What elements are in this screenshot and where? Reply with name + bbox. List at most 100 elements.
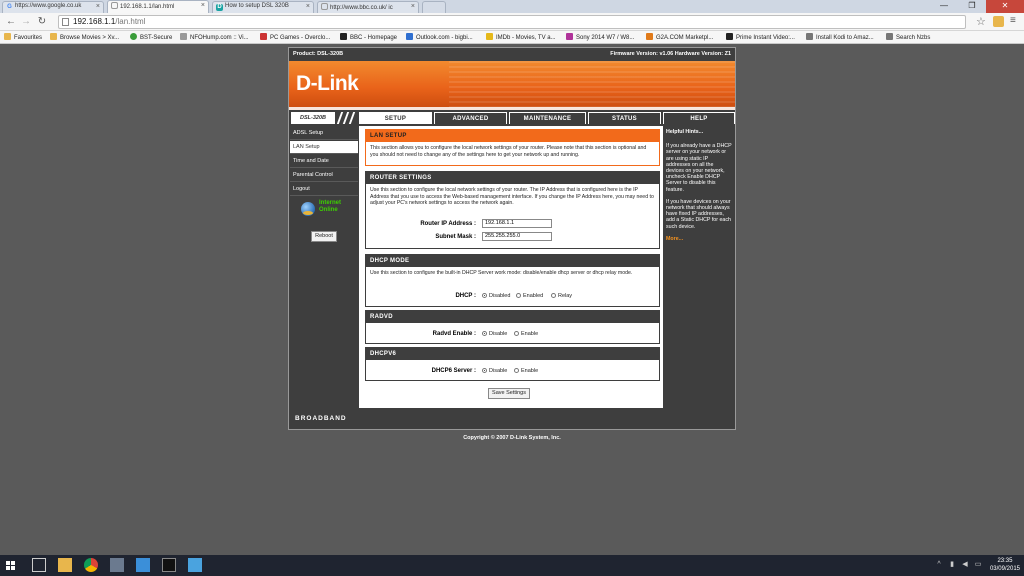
bookmarks-bar: Favourites Browse Movies > Xv... BST-Sec…: [0, 31, 1024, 44]
bookmark-label: Browse Movies > Xv...: [60, 35, 120, 41]
browser-tab-howto[interactable]: D How to setup DSL 320B ×: [212, 1, 314, 13]
radvd-enable-option[interactable]: Enable: [514, 331, 538, 337]
more-hints-link[interactable]: More...: [666, 236, 732, 242]
radio-icon[interactable]: [551, 293, 556, 298]
internet-status: Internet Online: [301, 200, 353, 222]
bookmark-imdb[interactable]: IMDb - Movies, TV a...: [486, 33, 556, 43]
menu-icon[interactable]: ≡: [1010, 15, 1016, 26]
nav-adsl-setup[interactable]: ADSL Setup: [290, 127, 358, 140]
maximize-button[interactable]: ❐: [958, 0, 986, 13]
nav-lan-setup[interactable]: LAN Setup: [290, 141, 358, 154]
section-description: This section allows you to configure the…: [370, 145, 647, 158]
section-title: RADVD: [366, 311, 659, 323]
folder-icon: [4, 33, 11, 40]
dhcp6-server-label: DHCP6 Server :: [431, 368, 476, 374]
tab-label: http://www.bbc.co.uk/ ic: [330, 5, 393, 11]
tray-up-arrow-icon[interactable]: ^: [935, 561, 943, 569]
nav-logout[interactable]: Logout: [290, 183, 358, 196]
windows-start-icon[interactable]: [6, 561, 16, 571]
radio-icon[interactable]: [482, 293, 487, 298]
tab-setup[interactable]: SETUP: [359, 112, 432, 124]
bookmark-g2a[interactable]: G2A.COM Marketpl...: [646, 33, 713, 43]
bookmark-pc-games[interactable]: PC Games - Overclo...: [260, 33, 330, 43]
bookmark-label: Prime Instant Video:...: [736, 35, 795, 41]
dhcp-relay-option[interactable]: Relay: [551, 293, 572, 299]
bookmark-favourites[interactable]: Favourites: [4, 33, 42, 43]
volume-icon[interactable]: ◀: [961, 561, 969, 569]
close-tab-icon[interactable]: ×: [201, 2, 205, 9]
task-view-icon[interactable]: [32, 558, 46, 572]
bookmark-nfohump[interactable]: NFOHump.com :: Vi...: [180, 33, 249, 43]
option-label: Enable: [521, 331, 539, 337]
dhcp-disabled-option[interactable]: Disabled: [482, 293, 510, 299]
address-bar[interactable]: 192.168.1.1/lan.html: [58, 15, 966, 29]
tab-advanced[interactable]: ADVANCED: [434, 112, 507, 124]
product-bar: Product: DSL-320B Firmware Version: v1.0…: [289, 48, 735, 61]
bookmark-sony[interactable]: Sony 2014 W7 / W8...: [566, 33, 634, 43]
page-icon: [806, 33, 813, 40]
bookmark-prime-video[interactable]: Prime Instant Video:...: [726, 33, 795, 43]
bookmark-kodi[interactable]: Install Kodi to Amaz...: [806, 33, 874, 43]
radio-icon[interactable]: [514, 331, 519, 336]
dhcp-enabled-option[interactable]: Enabled: [516, 293, 543, 299]
reload-icon[interactable]: ↻: [36, 16, 48, 28]
radvd-label: Radvd Enable :: [432, 331, 476, 337]
bookmark-bst-secure[interactable]: BST-Secure: [130, 33, 172, 43]
bookmark-label: Install Kodi to Amaz...: [816, 35, 874, 41]
tab-status[interactable]: STATUS: [588, 112, 661, 124]
file-explorer-icon[interactable]: [58, 558, 72, 572]
forward-arrow-icon[interactable]: →: [20, 16, 32, 28]
bookmark-star-icon[interactable]: ☆: [976, 15, 986, 28]
reboot-button[interactable]: Reboot: [311, 231, 337, 242]
dhcp6-enable-option[interactable]: Enable: [514, 368, 538, 374]
bookmark-browse-movies[interactable]: Browse Movies > Xv...: [50, 33, 119, 43]
tab-help[interactable]: HELP: [663, 112, 735, 124]
bookmark-search-nzbs[interactable]: Search Nzbs: [886, 33, 930, 43]
app-icon[interactable]: [188, 558, 202, 572]
radio-icon[interactable]: [516, 293, 521, 298]
back-arrow-icon[interactable]: ←: [5, 16, 17, 28]
left-nav: ADSL Setup LAN Setup Time and Date Paren…: [289, 126, 359, 408]
dhcp6-disable-option[interactable]: Disable: [482, 368, 507, 374]
tab-maintenance[interactable]: MAINTENANCE: [509, 112, 586, 124]
network-icon[interactable]: ▮: [948, 561, 956, 569]
browser-tab-router[interactable]: 192.168.1.1/lan.html ×: [107, 0, 209, 13]
lan-setup-section: LAN SETUP This section allows you to con…: [365, 129, 660, 166]
radvd-disable-option[interactable]: Disable: [482, 331, 507, 337]
extension-icon[interactable]: [993, 16, 1004, 27]
new-tab-button[interactable]: [422, 1, 446, 13]
app-icon[interactable]: [136, 558, 150, 572]
browser-tab-bar: Ghttps://www.google.co.uk × 192.168.1.1/…: [0, 0, 1024, 13]
radio-icon[interactable]: [482, 368, 487, 373]
browser-tab-google[interactable]: Ghttps://www.google.co.uk ×: [2, 1, 104, 13]
page-info-icon[interactable]: [62, 18, 69, 26]
copyright-text: Copyright © 2007 D-Link System, Inc.: [463, 435, 561, 441]
windows-taskbar: ^ ▮ ◀ ▭ 23:35 03/09/2015: [0, 555, 1024, 576]
browser-tab-bbc[interactable]: http://www.bbc.co.uk/ ic ×: [317, 1, 419, 13]
site-icon: [130, 33, 137, 40]
nav-parental-control[interactable]: Parental Control: [290, 169, 358, 182]
bbc-icon: [340, 33, 347, 40]
close-tab-icon[interactable]: ×: [411, 3, 415, 10]
save-settings-button[interactable]: Save Settings: [488, 388, 530, 399]
nav-time-and-date[interactable]: Time and Date: [290, 155, 358, 168]
close-tab-icon[interactable]: ×: [96, 3, 100, 10]
keyboard-icon[interactable]: ▭: [974, 561, 982, 569]
terminal-icon[interactable]: [162, 558, 176, 572]
folder-icon: [50, 33, 57, 40]
bookmark-bbc[interactable]: BBC - Homepage: [340, 33, 397, 43]
router-ip-input[interactable]: 192.168.1.1: [482, 219, 552, 228]
main-tabs: DSL-320B SETUP ADVANCED MAINTENANCE STAT…: [289, 110, 735, 126]
bookmark-outlook[interactable]: Outlook.com - bigbi...: [406, 33, 473, 43]
app-icon[interactable]: [110, 558, 124, 572]
radio-icon[interactable]: [514, 368, 519, 373]
router-settings-section: ROUTER SETTINGS Use this section to conf…: [365, 171, 660, 249]
system-clock[interactable]: 23:35 03/09/2015: [990, 557, 1020, 573]
close-window-button[interactable]: ✕: [986, 0, 1024, 13]
chrome-icon[interactable]: [84, 558, 98, 572]
page-icon: [111, 2, 118, 9]
close-tab-icon[interactable]: ×: [306, 3, 310, 10]
minimize-button[interactable]: —: [930, 0, 958, 13]
subnet-mask-input[interactable]: 255.255.255.0: [482, 232, 552, 241]
radio-icon[interactable]: [482, 331, 487, 336]
